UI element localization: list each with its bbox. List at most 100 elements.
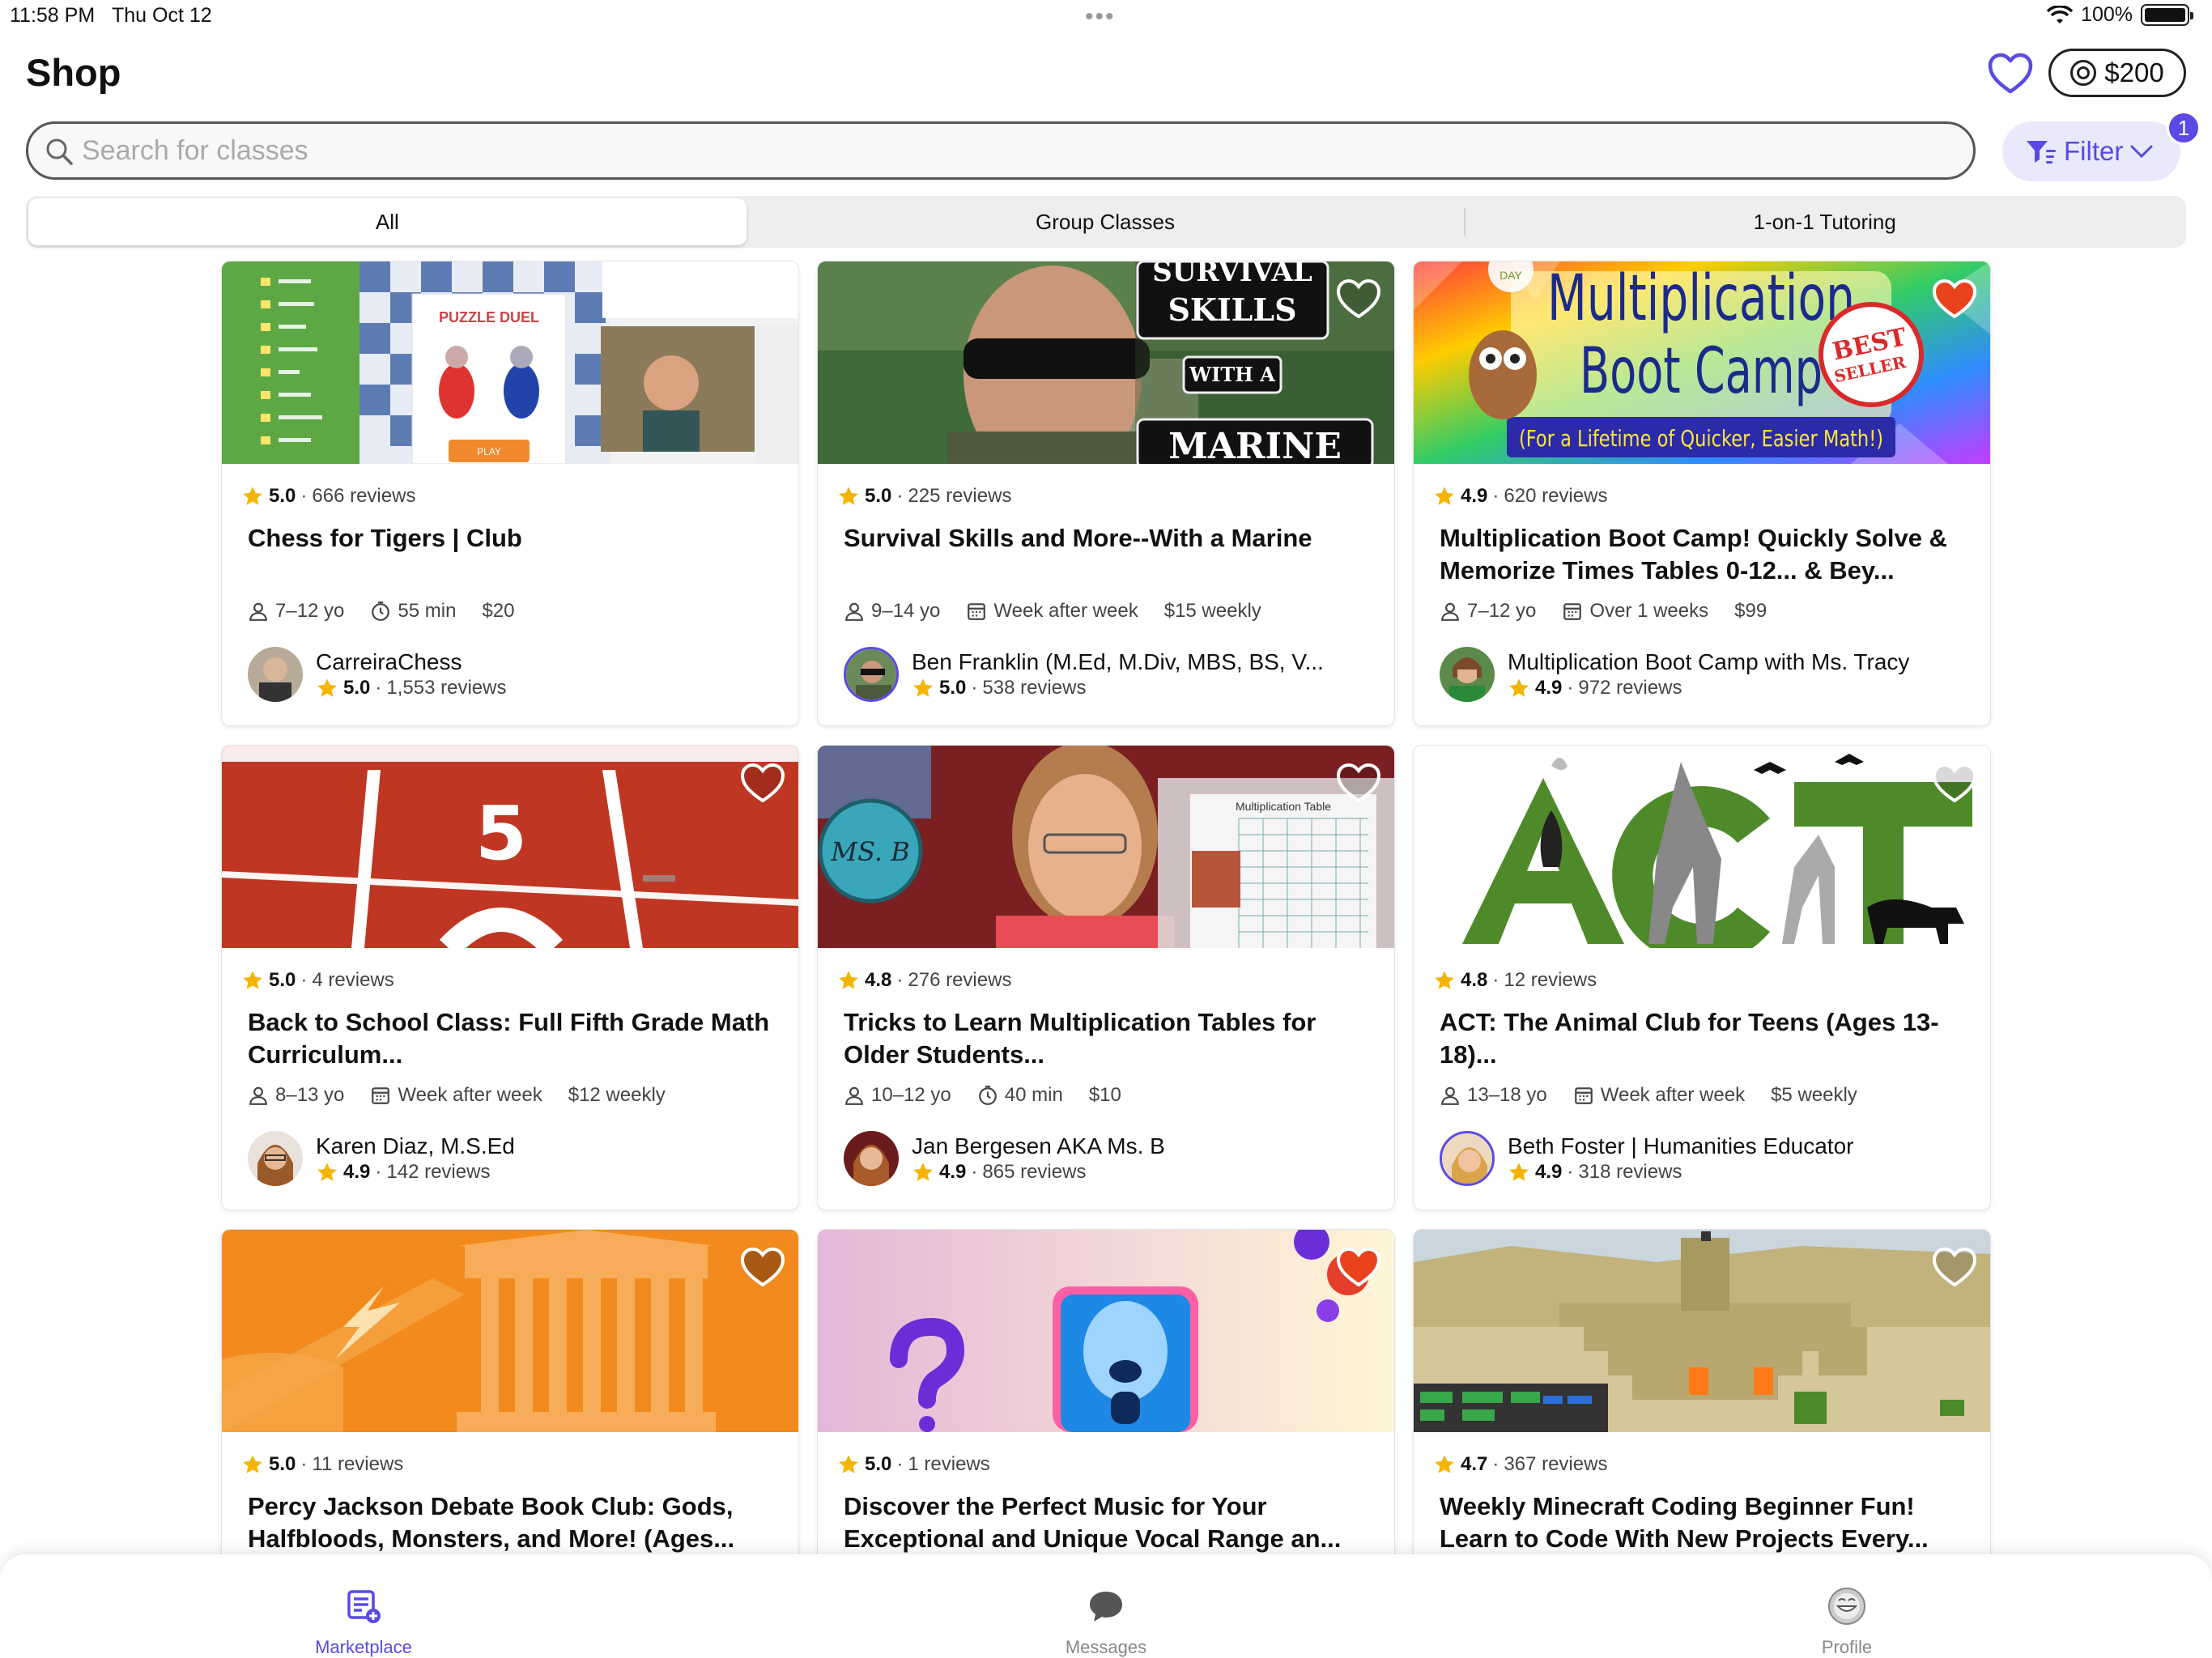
class-card[interactable]: Multiplication Boot Camp (For a Lifetime… — [1414, 261, 1990, 725]
tab-all[interactable]: All — [28, 198, 747, 245]
price: $12 weekly — [568, 1084, 666, 1106]
tab-label: Profile — [1821, 1637, 1873, 1657]
svg-text:Multiplication Table: Multiplication Table — [1236, 800, 1331, 813]
filter-button[interactable]: Filter — [2002, 121, 2180, 181]
class-title[interactable]: Chess for Tigers | Club — [248, 522, 774, 555]
schedule: 55 min — [398, 600, 457, 622]
heart-icon[interactable] — [1334, 760, 1383, 806]
class-title[interactable]: ACT: The Animal Club for Teens (Ages 13-… — [1440, 1006, 1966, 1071]
thumb-text: SURVIVAL — [1152, 261, 1312, 288]
class-thumbnail: SURVIVAL SKILLS WITH A MARINE — [818, 261, 1394, 464]
heart-icon[interactable] — [1930, 1244, 1979, 1290]
rating-value: 5.0 — [269, 485, 296, 507]
class-card[interactable]: 5 5.0 · 4 reviews Back to School Class: Fu… — [222, 746, 798, 1209]
heart-icon[interactable] — [738, 760, 787, 806]
svg-text:MS. B: MS. B — [830, 836, 909, 867]
heart-icon[interactable] — [1334, 276, 1383, 321]
schedule: Week after week — [398, 1084, 542, 1106]
class-title[interactable]: Survival Skills and More--With a Marine — [844, 522, 1370, 555]
status-right: 100% — [2047, 3, 2193, 27]
star-icon — [913, 1163, 933, 1181]
filter-icon — [2027, 141, 2056, 164]
class-meta: 7–12 yo 55 min $20 — [248, 600, 515, 623]
age-range: 7–12 yo — [1467, 600, 1537, 622]
battery-percent: 100% — [2081, 3, 2133, 26]
favorites-heart-icon[interactable] — [1985, 49, 2035, 99]
svg-text:5: 5 — [475, 790, 527, 877]
age-range: 10–12 yo — [871, 1084, 951, 1106]
heart-icon[interactable] — [1334, 1244, 1383, 1290]
star-icon — [243, 971, 262, 989]
filter-count-badge: 1 — [2167, 111, 2201, 145]
teacher-avatar — [844, 647, 899, 702]
search-bar[interactable] — [26, 121, 1976, 180]
teacher-row[interactable]: Multiplication Boot Camp with Ms. Tracy … — [1440, 647, 1909, 702]
rating-row: 5.0 · 1 reviews — [837, 1453, 990, 1476]
person-icon — [845, 602, 863, 621]
tab-marketplace[interactable]: Marketplace — [242, 1554, 485, 1658]
tab-1-on-1-tutoring[interactable]: 1-on-1 Tutoring — [1465, 198, 2184, 245]
teacher-row[interactable]: Beth Foster | Humanities Educator 4.9 · 31… — [1440, 1131, 1853, 1186]
price: $15 weekly — [1163, 600, 1261, 622]
star-icon — [243, 487, 262, 505]
teacher-rating: 5.0 · 538 reviews — [912, 677, 1324, 699]
star-icon — [1435, 1455, 1454, 1473]
class-thumbnail: MS. B Multiplication Table — [818, 746, 1394, 948]
class-title[interactable]: Multiplication Boot Camp! Quickly Solve … — [1440, 522, 1966, 587]
class-thumbnail: Multiplication Boot Camp (For a Lifetime… — [1414, 261, 1990, 464]
class-meta: 8–13 yo Week after week $12 weekly — [248, 1084, 666, 1107]
heart-icon[interactable] — [738, 1244, 787, 1290]
teacher-name: Beth Foster | Humanities Educator — [1508, 1133, 1854, 1158]
price: $20 — [482, 600, 515, 622]
bottom-tab-bar: Marketplace Messages Profile — [0, 1554, 2212, 1658]
class-title[interactable]: Tricks to Learn Multiplication Tables fo… — [844, 1006, 1370, 1071]
svg-text:(For a Lifetime of Quicker, Ea: (For a Lifetime of Quicker, Easier Math!… — [1519, 425, 1883, 452]
person-icon — [1441, 1086, 1459, 1105]
class-card[interactable]: MS. B Multiplication Table 4.8 · 276 revie… — [818, 746, 1394, 1209]
marketplace-icon — [347, 1590, 381, 1623]
heart-icon[interactable] — [1930, 276, 1979, 321]
teacher-row[interactable]: Jan Bergesen AKA Ms. B 4.9 · 865 reviews — [844, 1131, 1165, 1186]
svg-text:PLAY: PLAY — [477, 446, 501, 457]
search-icon — [46, 138, 73, 165]
class-card[interactable]: PUZZLE DUEL PLAY 5.0 · 666 reviews Chess f… — [222, 261, 798, 725]
clock-icon — [372, 602, 390, 621]
teacher-row[interactable]: Karen Diaz, M.S.Ed 4.9 · 142 reviews — [248, 1131, 515, 1186]
teacher-rating: 4.9 · 865 reviews — [912, 1161, 1165, 1184]
teacher-avatar — [1440, 647, 1495, 702]
tab-label: Messages — [1065, 1637, 1147, 1657]
rating-row: 4.8 · 276 reviews — [837, 969, 1011, 992]
star-icon — [317, 1163, 337, 1181]
teacher-row[interactable]: CarreiraChess 5.0 · 1,553 reviews — [248, 647, 506, 702]
teacher-row[interactable]: Ben Franklin (M.Ed, M.Div, MBS, BS, V...… — [844, 647, 1324, 702]
teacher-rating: 4.9 · 142 reviews — [316, 1161, 515, 1184]
class-title[interactable]: Discover the Perfect Music for Your Exce… — [844, 1490, 1370, 1555]
star-icon — [1509, 678, 1529, 697]
balance-amount: $200 — [2104, 57, 2164, 87]
page-title: Shop — [26, 51, 121, 94]
search-input[interactable] — [82, 134, 1973, 167]
class-card[interactable]: SURVIVAL SKILLS WITH A MARINE 5.0 · 225 re… — [818, 261, 1394, 725]
star-icon — [913, 678, 933, 697]
multitasking-dots-icon[interactable]: ••• — [1085, 3, 1116, 31]
review-count: 620 reviews — [1504, 485, 1608, 507]
class-title[interactable]: Weekly Minecraft Coding Beginner Fun! Le… — [1440, 1490, 1966, 1555]
tab-messages[interactable]: Messages — [985, 1554, 1227, 1658]
heart-icon[interactable] — [1930, 760, 1979, 806]
balance-button[interactable]: $200 — [2048, 49, 2186, 97]
svg-text:Multiplication: Multiplication — [1547, 262, 1855, 335]
class-card[interactable]: 4.8 · 12 reviews ACT: The Animal Club for … — [1414, 746, 1990, 1209]
class-title[interactable]: Percy Jackson Debate Book Club: Gods, Ha… — [248, 1490, 774, 1555]
person-icon — [845, 1086, 863, 1105]
age-range: 13–18 yo — [1467, 1084, 1547, 1106]
rating-value: 5.0 — [269, 969, 296, 991]
person-icon — [1441, 602, 1459, 621]
class-thumbnail — [818, 1230, 1394, 1432]
rating-row: 4.9 · 620 reviews — [1433, 485, 1607, 508]
class-meta: 7–12 yo Over 1 weeks $99 — [1440, 600, 1767, 623]
tab-profile[interactable]: Profile — [1725, 1554, 1968, 1658]
class-title[interactable]: Back to School Class: Full Fifth Grade M… — [248, 1006, 774, 1071]
teacher-avatar — [844, 1131, 899, 1186]
rating-row: 5.0 · 225 reviews — [837, 485, 1011, 508]
tab-group-classes[interactable]: Group Classes — [747, 198, 1465, 245]
